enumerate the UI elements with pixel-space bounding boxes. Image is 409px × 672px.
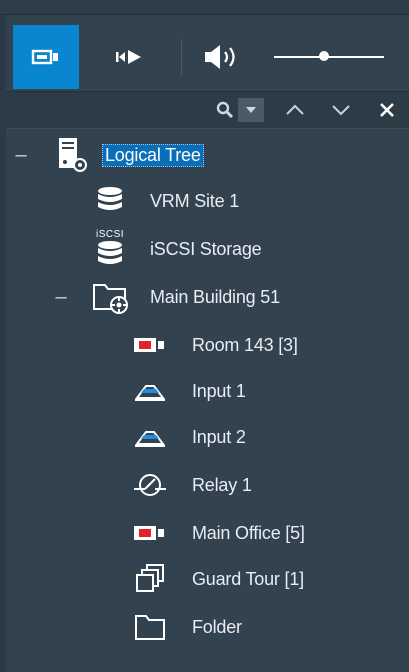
tree-node-label: VRM Site 1	[150, 190, 240, 211]
tree-node-input-2[interactable]: Input 2	[6, 417, 409, 457]
folder-icon	[130, 607, 170, 647]
tree-node-label: Input 2	[192, 426, 246, 447]
collapse-toggle[interactable]: –	[14, 144, 28, 167]
camera-alarm-icon	[130, 325, 170, 365]
window-top-strip	[0, 0, 409, 15]
volume-slider-track	[274, 56, 384, 58]
tree-node-label: Main Office [5]	[192, 522, 305, 543]
iscsi-badge: iSCSI	[95, 229, 125, 240]
iscsi-storage-icon: iSCSI	[90, 227, 130, 271]
tree-node-label: Room 143 [3]	[192, 334, 298, 355]
tree-search-bar	[6, 91, 409, 129]
chevron-down-icon	[246, 107, 256, 113]
search-button[interactable]	[214, 98, 236, 122]
tree-node-vrm-site[interactable]: VRM Site 1	[6, 181, 409, 221]
volume-button[interactable]	[199, 41, 249, 73]
toolbar	[6, 25, 409, 89]
chevron-down-icon	[332, 105, 350, 116]
tree-node-folder[interactable]: Folder	[6, 607, 409, 647]
search-dropdown-button[interactable]	[238, 98, 264, 122]
tree-node-label: Guard Tour [1]	[192, 568, 304, 589]
input-icon	[130, 417, 170, 457]
find-next-button[interactable]	[328, 98, 354, 122]
volume-icon	[205, 45, 235, 69]
playback-icon	[116, 50, 141, 64]
tree-node-relay-1[interactable]: Relay 1	[6, 465, 409, 505]
server-icon	[52, 135, 92, 175]
tree-node-main-office[interactable]: Main Office [5]	[6, 513, 409, 553]
tree-node-iscsi-storage[interactable]: iSCSI iSCSI Storage	[6, 229, 409, 269]
tree-node-label: Logical Tree	[102, 143, 204, 167]
tree-node-logical-tree[interactable]: – Logical Tree	[6, 135, 409, 175]
tree-node-guard-tour[interactable]: Guard Tour [1]	[6, 559, 409, 599]
camera-alarm-icon	[130, 513, 170, 553]
tree-node-label: Folder	[192, 616, 242, 637]
relay-icon	[130, 465, 170, 505]
database-icon	[90, 181, 130, 221]
search-icon	[216, 101, 234, 119]
volume-slider[interactable]	[274, 47, 384, 67]
playback-button[interactable]	[106, 43, 152, 71]
volume-slider-thumb[interactable]	[319, 51, 329, 61]
tree-node-label: Main Building 51	[150, 286, 280, 307]
guard-tour-icon	[130, 559, 170, 599]
tree-node-label: Input 1	[192, 380, 246, 401]
tree-node-label: iSCSI Storage	[150, 238, 262, 259]
tree-node-room-143[interactable]: Room 143 [3]	[6, 325, 409, 365]
camera-icon	[31, 49, 58, 65]
close-icon	[380, 103, 394, 117]
folder-site-icon	[90, 277, 132, 317]
collapse-toggle[interactable]: –	[54, 286, 68, 309]
tree-node-label: Relay 1	[192, 474, 252, 495]
find-previous-button[interactable]	[282, 98, 308, 122]
input-icon	[130, 371, 170, 411]
chevron-up-icon	[286, 104, 304, 115]
tree-node-main-building[interactable]: – Main Building 51	[6, 277, 409, 317]
toolbar-separator	[181, 39, 182, 75]
close-search-button[interactable]	[374, 98, 400, 122]
tree-node-input-1[interactable]: Input 1	[6, 371, 409, 411]
logical-tree-panel: – Logical Tree VRM Site 1 iSCSI iSCSI St…	[6, 15, 409, 672]
camera-view-button[interactable]	[13, 25, 79, 89]
